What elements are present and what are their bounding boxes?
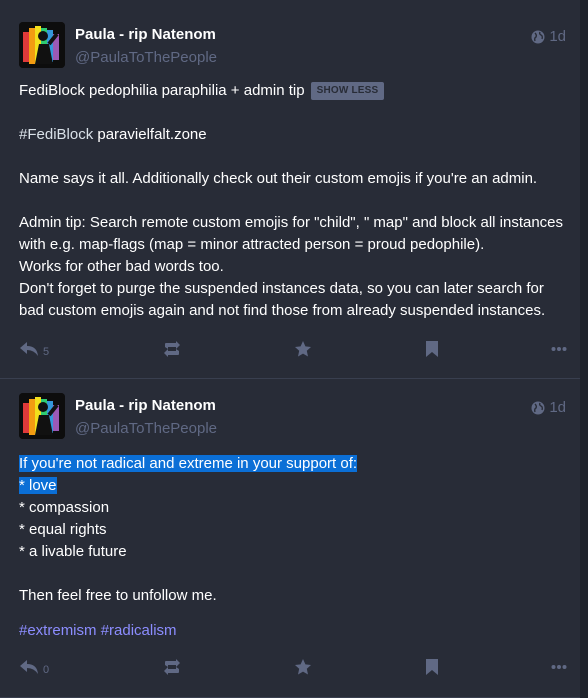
action-bar: 0 (19, 655, 567, 679)
globe-icon (531, 401, 545, 415)
bookmark-button[interactable] (425, 341, 439, 357)
status-text: Then feel free to unfollow me. (19, 587, 217, 604)
display-name[interactable]: Paula - rip Natenom (75, 397, 216, 414)
status-text: If you're not radical and extreme in you… (19, 455, 358, 472)
reply-icon (20, 342, 38, 356)
star-icon (295, 659, 312, 675)
status-post[interactable]: Paula - rip Natenom @PaulaToThePeople 1d… (0, 0, 580, 379)
account-handle[interactable]: @PaulaToThePeople (75, 420, 217, 437)
time-label: 1d (549, 28, 566, 45)
globe-icon (531, 30, 545, 44)
status-text: * compassion (19, 499, 110, 516)
more-options-button[interactable] (551, 346, 567, 352)
favourite-button[interactable] (294, 340, 312, 358)
scrollbar[interactable] (580, 0, 588, 698)
account-handle[interactable]: @PaulaToThePeople (75, 49, 217, 66)
reply-button[interactable]: 5 (19, 341, 50, 358)
status-text: * love (19, 477, 57, 494)
reply-count: 0 (43, 664, 50, 676)
show-less-button[interactable]: SHOW LESS (310, 82, 385, 100)
bookmark-button[interactable] (425, 659, 439, 675)
display-name[interactable]: Paula - rip Natenom (75, 26, 216, 43)
hashtag-bar: #extremism #radicalism (19, 620, 569, 642)
bookmark-icon (425, 341, 438, 357)
ellipsis-icon (551, 347, 567, 351)
action-bar: 5 (19, 337, 567, 361)
boost-button[interactable] (162, 659, 182, 675)
retweet-icon (163, 341, 180, 357)
content-warning: FediBlock pedophilia paraphilia + admin … (19, 82, 305, 99)
status-post[interactable]: Paula - rip Natenom @PaulaToThePeople 1d… (0, 379, 580, 698)
favourite-button[interactable] (294, 658, 312, 676)
hashtag-link[interactable]: #extremism (19, 622, 97, 639)
timeline: Paula - rip Natenom @PaulaToThePeople 1d… (0, 0, 580, 698)
status-text: paravielfalt.zone (93, 126, 207, 143)
timestamp[interactable]: 1d (531, 399, 566, 416)
hashtag-link[interactable]: #FediBlock (19, 126, 93, 143)
reply-count: 5 (43, 346, 50, 358)
boost-button[interactable] (162, 341, 182, 357)
status-text: * equal rights (19, 521, 107, 538)
status-content: FediBlock pedophilia paraphilia + admin … (19, 80, 569, 322)
status-content: If you're not radical and extreme in you… (19, 453, 569, 642)
star-icon (295, 341, 312, 357)
bookmark-icon (425, 659, 438, 675)
avatar[interactable] (19, 393, 65, 439)
status-text: Works for other bad words too. (19, 258, 224, 275)
more-options-button[interactable] (551, 664, 567, 670)
retweet-icon (163, 659, 180, 675)
ellipsis-icon (551, 665, 567, 669)
hashtag-link[interactable]: #radicalism (101, 622, 177, 639)
timestamp[interactable]: 1d (531, 28, 566, 45)
time-label: 1d (549, 399, 566, 416)
reply-button[interactable]: 0 (19, 659, 50, 676)
status-text: Don't forget to purge the suspended inst… (19, 280, 546, 319)
avatar[interactable] (19, 22, 65, 68)
status-text: Admin tip: Search remote custom emojis f… (19, 214, 564, 253)
status-text: * a livable future (19, 543, 127, 560)
status-text: Name says it all. Additionally check out… (19, 170, 538, 187)
reply-icon (20, 660, 38, 674)
